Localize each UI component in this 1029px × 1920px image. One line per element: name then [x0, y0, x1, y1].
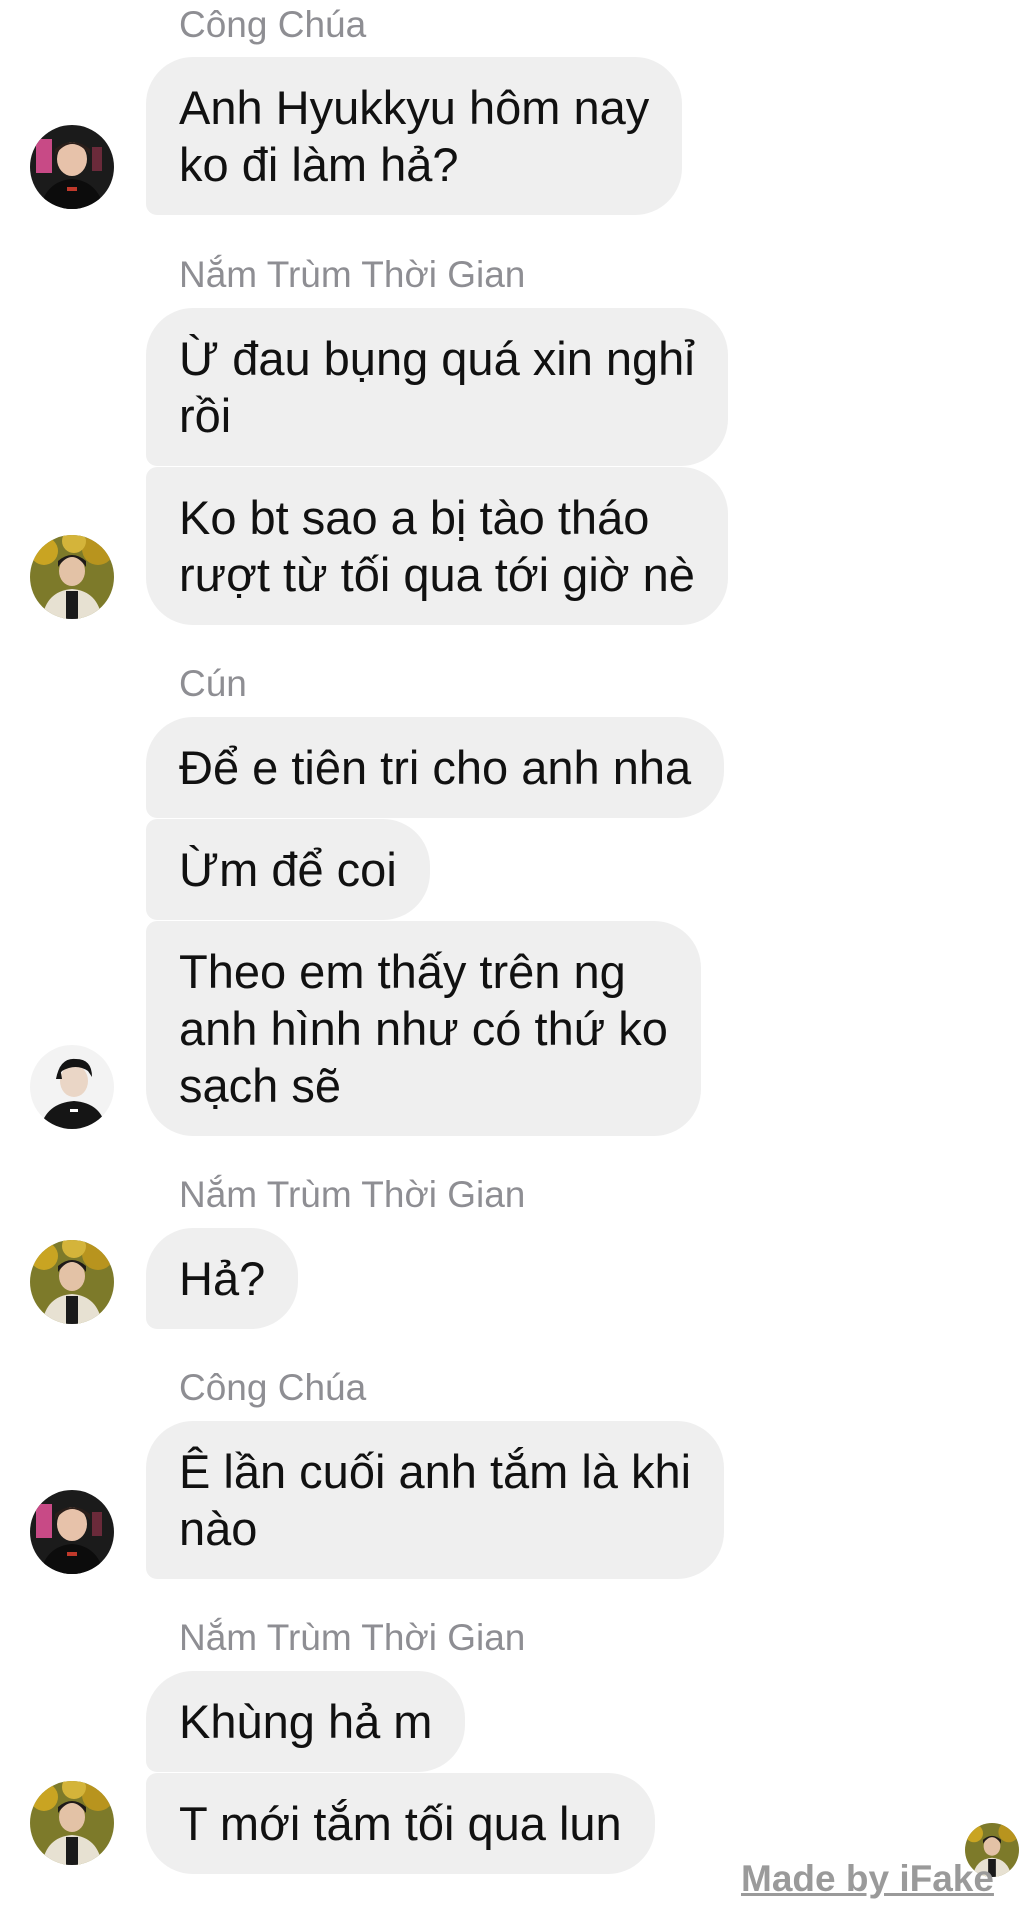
message-bubble[interactable]: Ê lần cuối anh tắm là khi nào: [146, 1421, 725, 1579]
message-line: Ừ đau bụng quá xin nghỉ: [179, 332, 695, 385]
sender-name: Nắm Trùm Thời Gian: [179, 254, 526, 295]
message-bubble[interactable]: Để e tiên tri cho anh nha: [146, 717, 725, 818]
sender-name: Công Chúa: [179, 4, 367, 45]
message-line: T mới tắm tối qua lun: [179, 1797, 622, 1850]
avatar-cun[interactable]: [30, 1045, 114, 1129]
message-line: Để e tiên tri cho anh nha: [179, 741, 692, 794]
message-bubble[interactable]: Ừ đau bụng quá xin nghỉ rồi: [146, 308, 728, 466]
message-bubble[interactable]: T mới tắm tối qua lun: [146, 1773, 655, 1874]
sender-name: Nắm Trùm Thời Gian: [179, 1617, 526, 1658]
message-bubble[interactable]: Ừm để coi: [146, 819, 430, 920]
avatar-nam-trum-thoi-gian[interactable]: [30, 1781, 114, 1865]
chat-thread: Công Chúa Anh Hyukkyu hôm nay ko đi làm …: [0, 0, 1029, 1920]
message-line: Khùng hả m: [179, 1695, 433, 1748]
avatar-cong-chua[interactable]: [30, 125, 114, 209]
message-line: rượt từ tối qua tới giờ nè: [179, 548, 695, 601]
message-line: rồi: [179, 389, 232, 442]
message-line: Theo em thấy trên ng: [179, 945, 626, 998]
message-bubble[interactable]: Anh Hyukkyu hôm nay ko đi làm hả?: [146, 57, 683, 215]
avatar-nam-trum-thoi-gian[interactable]: [30, 1240, 114, 1324]
message-line: Ê lần cuối anh tắm là khi: [179, 1445, 692, 1498]
sender-name: Công Chúa: [179, 1367, 367, 1408]
sender-name: Nắm Trùm Thời Gian: [179, 1174, 526, 1215]
message-line: anh hình như có thứ ko: [179, 1002, 668, 1055]
message-line: ko đi làm hả?: [179, 138, 459, 191]
message-bubble[interactable]: Theo em thấy trên ng anh hình như có thứ…: [146, 921, 701, 1136]
message-line: Hả?: [179, 1252, 266, 1305]
message-bubble[interactable]: Hả?: [146, 1228, 299, 1329]
message-line: Ừm để coi: [179, 843, 397, 896]
message-bubble[interactable]: Khùng hả m: [146, 1671, 466, 1772]
avatar-cong-chua[interactable]: [30, 1490, 114, 1574]
message-line: Anh Hyukkyu hôm nay: [179, 81, 650, 134]
message-line: sạch sẽ: [179, 1059, 341, 1112]
message-line: nào: [179, 1502, 258, 1555]
sender-name: Cún: [179, 663, 247, 704]
watermark: Made by iFake: [741, 1858, 994, 1899]
avatar-nam-trum-thoi-gian[interactable]: [30, 535, 114, 619]
message-bubble[interactable]: Ko bt sao a bị tào tháo rượt từ tối qua …: [146, 467, 728, 625]
message-line: Ko bt sao a bị tào tháo: [179, 491, 650, 544]
